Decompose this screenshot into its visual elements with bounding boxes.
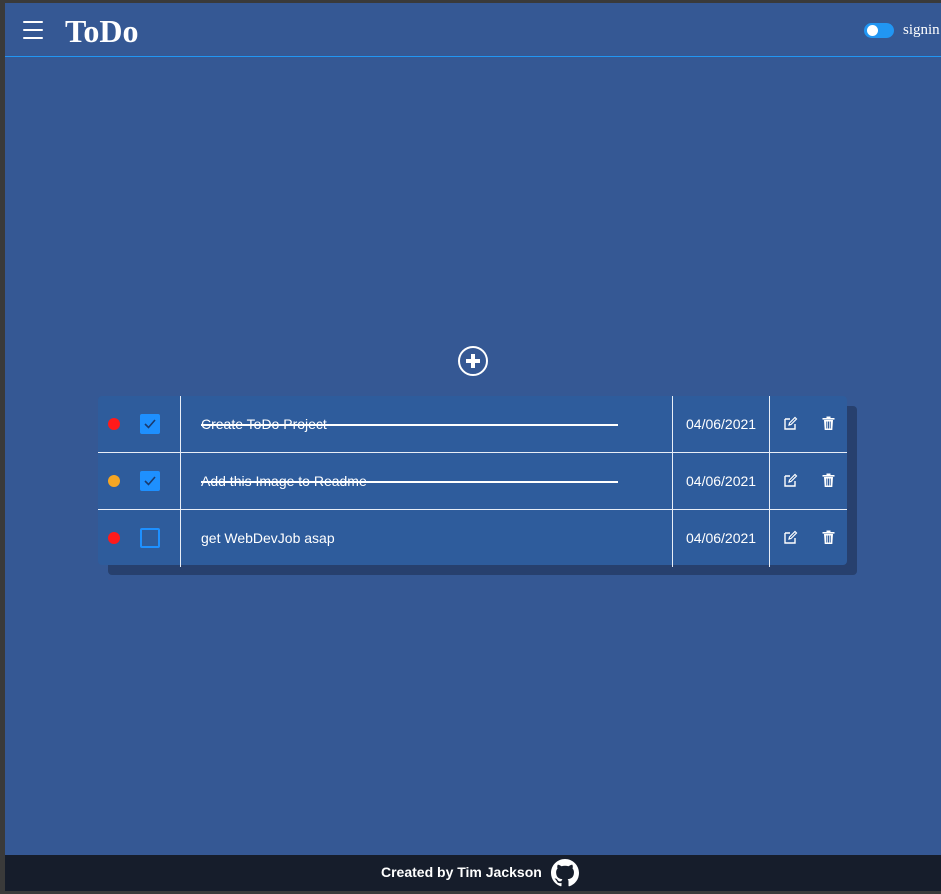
check-icon: [144, 419, 156, 429]
todo-date: 04/06/2021: [686, 473, 757, 489]
trash-icon[interactable]: [822, 530, 835, 545]
todo-table: Create ToDo Project 04/06/2021 Add this …: [98, 396, 847, 567]
priority-dot: [108, 532, 120, 544]
strikethrough-line: [201, 424, 618, 426]
edit-icon[interactable]: [783, 530, 798, 545]
complete-checkbox[interactable]: [140, 414, 160, 434]
todo-date: 04/06/2021: [686, 416, 757, 432]
todo-app: ToDo signin Create ToDo Project 04/06/20…: [5, 3, 941, 891]
todo-row: get WebDevJob asap 04/06/2021: [98, 510, 847, 567]
edit-icon[interactable]: [783, 416, 798, 431]
footer-credit: Created by Tim Jackson: [381, 864, 542, 880]
todo-date: 04/06/2021: [686, 530, 757, 546]
check-icon: [144, 476, 156, 486]
todo-row: Add this Image to Readme 04/06/2021: [98, 453, 847, 510]
priority-dot: [108, 418, 120, 430]
strikethrough-line: [201, 481, 618, 483]
trash-icon[interactable]: [822, 473, 835, 488]
signin-link[interactable]: signin: [903, 22, 940, 39]
complete-checkbox[interactable]: [140, 471, 160, 491]
complete-checkbox[interactable]: [140, 528, 160, 548]
app-title: ToDo: [65, 13, 139, 49]
app-footer: Created by Tim Jackson: [5, 855, 941, 891]
priority-dot: [108, 475, 120, 487]
todo-text: get WebDevJob asap: [201, 530, 335, 546]
todo-row: Create ToDo Project 04/06/2021: [98, 396, 847, 453]
github-icon[interactable]: [551, 859, 579, 887]
add-todo-button[interactable]: [458, 346, 488, 376]
toggle-knob: [867, 25, 878, 36]
theme-toggle[interactable]: [864, 23, 894, 38]
trash-icon[interactable]: [822, 416, 835, 431]
edit-icon[interactable]: [783, 473, 798, 488]
hamburger-menu-icon[interactable]: [23, 18, 43, 40]
app-header: ToDo signin: [5, 3, 941, 57]
